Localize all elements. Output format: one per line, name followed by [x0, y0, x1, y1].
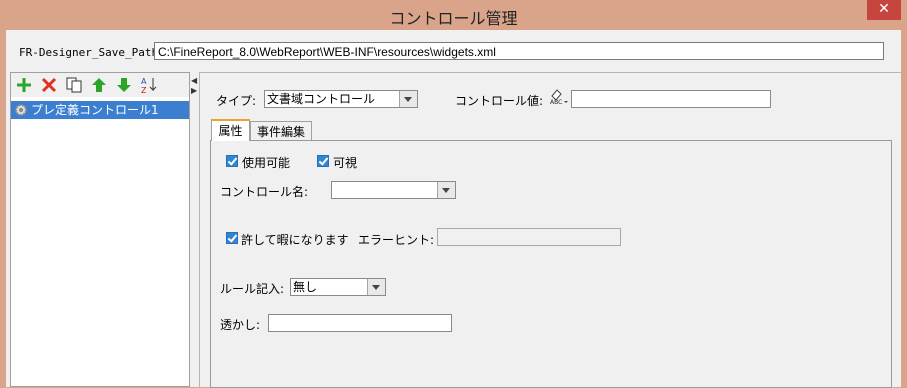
- gear-icon: [15, 104, 27, 116]
- attributes-tab-body: 使用可能 可視 コントロール名: 許して暇になります エラーヒント: ルール記入…: [210, 140, 892, 388]
- tab-attributes[interactable]: 属性: [211, 119, 250, 141]
- abc-type-icon[interactable]: ABC: [549, 88, 569, 106]
- rule-label: ルール記入:: [220, 282, 285, 296]
- move-down-icon[interactable]: [115, 76, 133, 94]
- control-name-select[interactable]: [331, 181, 456, 199]
- visible-checkbox[interactable]: [317, 155, 329, 167]
- save-path-field[interactable]: C:\FineReport_8.0\WebReport\WEB-INF\reso…: [154, 42, 884, 60]
- error-hint-label: エラーヒント:: [358, 233, 435, 247]
- watermark-label: 透かし:: [220, 318, 261, 332]
- svg-text:Z: Z: [141, 86, 147, 94]
- dialog-body: FR-Designer_Save_Path: C:\FineReport_8.0…: [6, 30, 901, 388]
- properties-panel: タイプ: 文書域コントロール コントロール値: ABC 属性 事件編集 使用可能…: [199, 72, 901, 388]
- window-title: コントロール管理: [389, 9, 518, 28]
- type-select-value: 文書域コントロール: [267, 92, 376, 106]
- delete-icon[interactable]: [40, 76, 58, 94]
- control-list-panel: AZ プレ定義コントロール1: [10, 72, 190, 387]
- chevron-down-icon[interactable]: [367, 279, 385, 295]
- add-icon[interactable]: [15, 76, 33, 94]
- watermark-input[interactable]: [268, 314, 452, 332]
- list-toolbar: AZ: [11, 73, 189, 97]
- chevron-down-icon[interactable]: [399, 91, 417, 107]
- sort-icon[interactable]: AZ: [140, 76, 158, 94]
- collapse-left-icon[interactable]: ◀: [191, 76, 197, 85]
- copy-icon[interactable]: [65, 76, 83, 94]
- type-label: タイプ:: [216, 94, 257, 108]
- tree-item-predefined-control[interactable]: プレ定義コントロール1: [11, 101, 189, 119]
- svg-text:ABC: ABC: [550, 99, 562, 106]
- visible-label: 可視: [333, 156, 358, 170]
- enabled-label: 使用可能: [242, 156, 291, 170]
- allow-blank-label: 許して暇になります: [241, 233, 349, 247]
- rule-select[interactable]: 無し: [290, 278, 386, 296]
- tree-item-label: プレ定義コントロール1: [31, 103, 159, 117]
- tab-event-edit[interactable]: 事件編集: [250, 121, 312, 141]
- error-hint-input[interactable]: [437, 228, 621, 246]
- rule-select-value: 無し: [293, 280, 318, 294]
- save-path-label: FR-Designer_Save_Path:: [19, 46, 165, 59]
- close-button[interactable]: ✕: [867, 0, 901, 20]
- type-select[interactable]: 文書域コントロール: [264, 90, 418, 108]
- control-value-input[interactable]: [571, 90, 771, 108]
- collapse-right-icon[interactable]: ▶: [191, 86, 197, 95]
- enabled-checkbox[interactable]: [226, 155, 238, 167]
- svg-text:A: A: [141, 77, 147, 86]
- control-name-label: コントロール名:: [220, 185, 309, 199]
- control-value-label: コントロール値:: [455, 94, 544, 108]
- chevron-down-icon[interactable]: [437, 182, 455, 198]
- title-bar: コントロール管理 ✕: [0, 0, 907, 30]
- move-up-icon[interactable]: [90, 76, 108, 94]
- panel-splitter[interactable]: ◀ ▶: [190, 72, 199, 387]
- allow-blank-checkbox[interactable]: [226, 232, 238, 244]
